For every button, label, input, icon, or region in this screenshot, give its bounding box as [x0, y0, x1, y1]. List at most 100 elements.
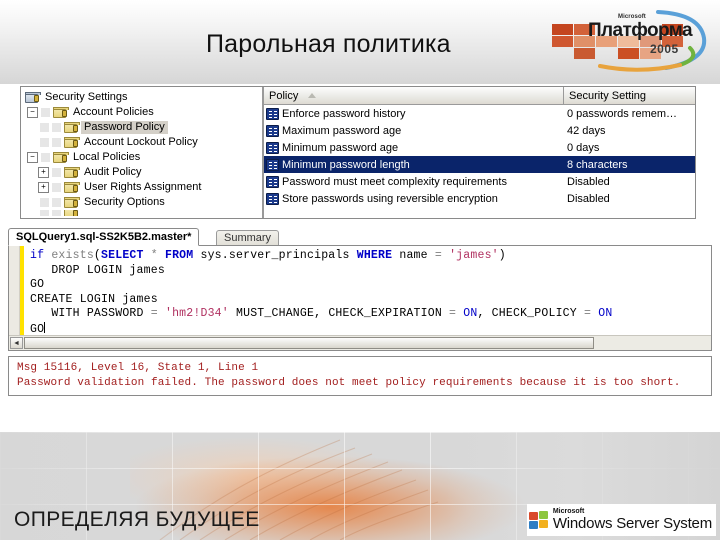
footer-tagline: ОПРЕДЕЛЯЯ БУДУЩЕЕ — [14, 508, 260, 531]
tree-connector — [52, 168, 61, 177]
tab-summary-label: Summary — [224, 232, 272, 244]
tab-sqlquery1-label: SQLQuery1.sql-SS2K5B2.master* — [16, 231, 192, 243]
tree-item-label: Security Options — [84, 196, 165, 208]
tree-item-label: Account Policies — [73, 106, 154, 118]
tree-item-partial — [23, 210, 262, 216]
tree-connector — [52, 138, 61, 147]
tree-item-password-policy[interactable]: Password Policy — [23, 120, 262, 135]
table-row[interactable]: Password must meet complexity requiremen… — [264, 173, 695, 190]
policy-name: Maximum password age — [282, 124, 402, 137]
tree-connector — [40, 198, 49, 207]
security-tree-panel[interactable]: Security Settings − Account Policies Pas… — [21, 87, 264, 218]
policy-folder-icon — [64, 166, 80, 179]
tree-connector — [41, 108, 50, 117]
tree-connector — [52, 183, 61, 192]
policy-folder-icon — [64, 181, 80, 194]
policy-setting-icon — [266, 175, 279, 188]
tree-connector — [41, 153, 50, 162]
policy-folder-icon — [53, 106, 69, 119]
tree-item-label: Security Settings — [45, 91, 128, 103]
query-results-pane: Msg 15116, Level 16, State 1, Line 1 Pas… — [8, 356, 712, 396]
table-row[interactable]: Enforce password history 0 passwords rem… — [264, 105, 695, 122]
windows-flag-icon — [528, 510, 549, 530]
policy-folder-icon — [64, 136, 80, 149]
table-row[interactable]: Store passwords using reversible encrypt… — [264, 190, 695, 207]
logo-brand-label: Платформа — [588, 20, 693, 41]
policy-name: Minimum password length — [282, 158, 410, 171]
footer-product-name: Windows Server System — [552, 515, 712, 532]
tree-connector — [40, 138, 49, 147]
column-header-policy[interactable]: Policy — [264, 87, 564, 104]
scrollbar-thumb[interactable] — [24, 337, 594, 349]
policy-setting-value: Disabled — [567, 175, 610, 188]
policy-setting-icon — [266, 158, 279, 171]
policy-setting-icon — [266, 141, 279, 154]
column-header-security-setting-label: Security Setting — [569, 89, 647, 102]
tree-expander-plus-icon[interactable]: + — [38, 167, 49, 178]
tree-item-label: Local Policies — [73, 151, 141, 163]
logo-brick — [552, 36, 573, 47]
policy-setting-value: Disabled — [567, 192, 610, 205]
logo-brick — [552, 24, 573, 35]
policy-setting-value: 8 characters — [567, 158, 628, 171]
tree-item-security-options[interactable]: Security Options — [23, 195, 262, 210]
tree-item-local-policies[interactable]: − Local Policies — [23, 150, 262, 165]
error-message-line-1: Msg 15116, Level 16, State 1, Line 1 — [17, 362, 259, 374]
tab-summary[interactable]: Summary — [216, 230, 280, 246]
windows-server-system-logo: Microsoft Windows Server System — [526, 504, 716, 536]
tree-item-account-policies[interactable]: − Account Policies — [23, 105, 262, 120]
tree-item-label: User Rights Assignment — [84, 181, 202, 193]
column-header-policy-label: Policy — [269, 89, 299, 102]
tree-connector — [52, 198, 61, 207]
policy-folder-icon — [53, 151, 69, 164]
tree-item-label: Account Lockout Policy — [84, 136, 198, 148]
sql-code[interactable]: if exists(SELECT * FROM sys.server_princ… — [24, 246, 711, 335]
policy-setting-value: 42 days — [567, 124, 606, 137]
security-settings-console: Security Settings − Account Policies Pas… — [20, 86, 696, 219]
policy-setting-icon — [266, 107, 279, 120]
logo-brick — [574, 48, 595, 59]
policy-setting-icon — [266, 192, 279, 205]
tree-connector — [52, 123, 61, 132]
tree-item-security-settings[interactable]: Security Settings — [23, 90, 262, 105]
policy-folder-icon — [64, 121, 80, 134]
policy-list-panel[interactable]: Policy Security Setting Enforce password… — [264, 87, 695, 218]
tree-item-user-rights-assignment[interactable]: + User Rights Assignment — [23, 180, 262, 195]
sql-editor-body[interactable]: if exists(SELECT * FROM sys.server_princ… — [9, 246, 711, 335]
policy-setting-value: 0 passwords remem… — [567, 107, 678, 120]
policy-folder-icon — [64, 196, 80, 209]
logo-brick — [618, 48, 639, 59]
policy-name: Password must meet complexity requiremen… — [282, 175, 507, 188]
tree-item-label: Password Policy — [81, 121, 168, 134]
sql-server-management-studio: Summary SQLQuery1.sql-SS2K5B2.master* if… — [6, 228, 714, 396]
sort-ascending-icon — [308, 93, 317, 98]
policy-list-header: Policy Security Setting — [264, 87, 695, 105]
editor-indicator-margin — [9, 246, 20, 335]
editor-tab-strip: Summary SQLQuery1.sql-SS2K5B2.master* — [6, 228, 714, 246]
tab-sqlquery1[interactable]: SQLQuery1.sql-SS2K5B2.master* — [8, 228, 200, 246]
tree-item-account-lockout-policy[interactable]: Account Lockout Policy — [23, 135, 262, 150]
tree-expander-plus-icon[interactable]: + — [38, 182, 49, 193]
table-row[interactable]: Maximum password age 42 days — [264, 122, 695, 139]
policy-name: Store passwords using reversible encrypt… — [282, 192, 498, 205]
tree-expander-minus-icon[interactable]: − — [27, 107, 38, 118]
table-row[interactable]: Minimum password age 0 days — [264, 139, 695, 156]
error-message-line-2: Password validation failed. The password… — [17, 377, 681, 389]
policy-setting-value: 0 days — [567, 141, 600, 154]
policy-name: Enforce password history — [282, 107, 406, 120]
tree-item-audit-policy[interactable]: + Audit Policy — [23, 165, 262, 180]
editor-horizontal-scrollbar[interactable]: ◄ — [9, 335, 711, 350]
tree-connector — [40, 123, 49, 132]
policy-setting-icon — [266, 124, 279, 137]
tree-expander-minus-icon[interactable]: − — [27, 152, 38, 163]
slide-header: Парольная политика Microsoft Платформа 2… — [0, 0, 720, 84]
table-row-selected[interactable]: Minimum password length 8 characters — [264, 156, 695, 173]
scroll-left-arrow-icon[interactable]: ◄ — [10, 337, 23, 349]
column-header-security-setting[interactable]: Security Setting — [564, 87, 695, 104]
page-title: Парольная политика — [206, 30, 451, 58]
policy-name: Minimum password age — [282, 141, 399, 154]
sql-editor[interactable]: if exists(SELECT * FROM sys.server_princ… — [8, 245, 712, 351]
console-root-icon — [25, 91, 41, 104]
slide-footer-banner: ОПРЕДЕЛЯЯ БУДУЩЕЕ Microsoft Windows Serv… — [0, 432, 720, 540]
scrollbar-track[interactable] — [594, 336, 711, 350]
